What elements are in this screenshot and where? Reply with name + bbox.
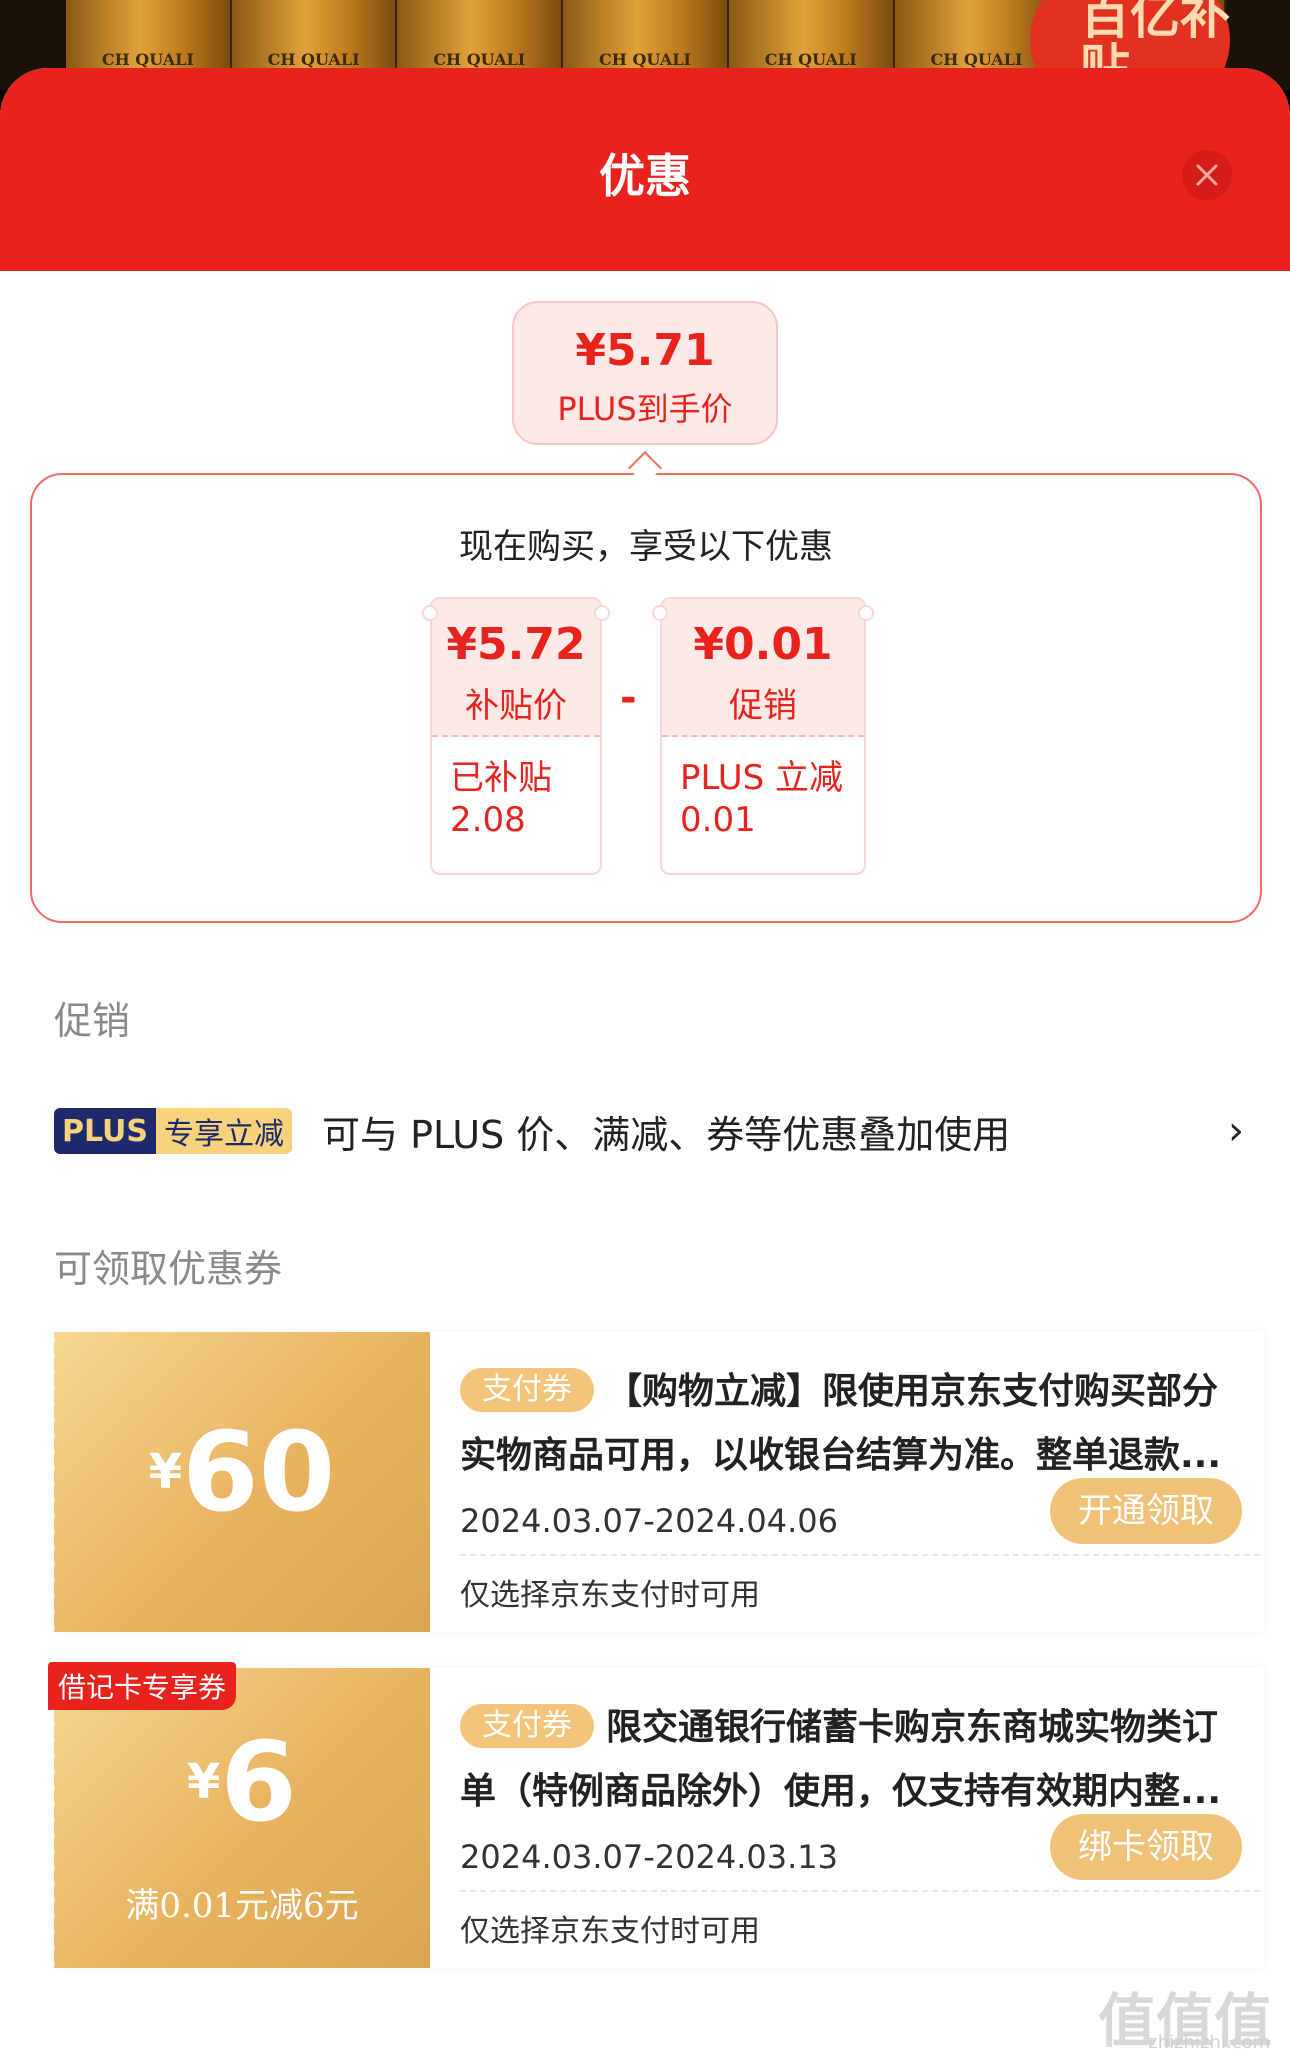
plus-promotion-row[interactable]: PLUS 专享立减 可与 PLUS 价、满减、券等优惠叠加使用 ›	[54, 1101, 1244, 1161]
coupons-section-label: 可领取优惠券	[54, 1247, 283, 1291]
promotion-label: 促销	[729, 686, 797, 726]
coupon-amount-panel: ¥6 满0.01元减6元	[48, 1668, 430, 1968]
coupon-card: ¥60 支付券 【购物立减】限使用京东支付购买部分实物商品可用，以收银台结算为准。…	[48, 1332, 1264, 1632]
minus-operator: -	[620, 675, 637, 721]
sheet-header: 优惠	[0, 68, 1290, 271]
price-breakdown: 现在购买，享受以下优惠 ¥5.72 补贴价 已补贴 2.08 - ¥0.01 促…	[30, 473, 1262, 923]
subsidy-detail: 已补贴 2.08	[450, 758, 552, 840]
breakdown-title: 现在购买，享受以下优惠	[459, 527, 833, 567]
debit-card-exclusive-tag: 借记卡专享券	[48, 1662, 237, 1710]
subsidy-price-value: ¥5.72	[446, 619, 586, 670]
promotion-value: ¥0.01	[693, 619, 833, 670]
coupon-description: 支付券 【购物立减】限使用京东支付购买部分实物商品可用，以收银台结算为准。整单退款…	[460, 1360, 1240, 1488]
card-notch	[858, 605, 874, 621]
subsidy-price-label: 补贴价	[465, 686, 567, 726]
coupon-note: 仅选择京东支付时可用	[460, 1914, 760, 1949]
final-price-label: PLUS到手价	[557, 390, 733, 428]
promotion-card: ¥0.01 促销 PLUS 立减 0.01	[660, 597, 866, 875]
card-notch	[652, 605, 668, 621]
discount-sheet: 优惠 ¥5.71 PLUS到手价 现在购买，享受以下优惠 ¥5.72 补贴价 已…	[0, 68, 1290, 2060]
coupon-card: 借记卡专享券 ¥6 满0.01元减6元 支付券 限交通银行储蓄卡购京东商城实物类订…	[48, 1662, 1264, 1968]
coupon-amount: ¥60	[148, 1408, 336, 1536]
bind-card-claim-button[interactable]: 绑卡领取	[1050, 1814, 1242, 1880]
coupon-amount: ¥6	[187, 1718, 297, 1846]
close-icon	[1196, 164, 1218, 186]
promotion-section-label: 促销	[54, 999, 131, 1043]
coupon-description: 支付券 限交通银行储蓄卡购京东商城实物类订单（特例商品除外）使用，仅支持有效期内整…	[460, 1696, 1240, 1824]
watermark-domain: zhizhizhi.com	[1148, 2032, 1270, 2053]
activate-claim-button[interactable]: 开通领取	[1050, 1478, 1242, 1544]
final-price-bubble: ¥5.71 PLUS到手价	[512, 301, 778, 445]
payment-coupon-pill: 支付券	[460, 1704, 594, 1748]
card-notch	[594, 605, 610, 621]
close-button[interactable]	[1182, 150, 1232, 200]
payment-coupon-pill: 支付券	[460, 1368, 594, 1412]
promotion-text: 可与 PLUS 价、满减、券等优惠叠加使用	[322, 1112, 1011, 1157]
divider	[460, 1890, 1260, 1892]
chevron-right-icon: ›	[1228, 1108, 1244, 1154]
promotion-detail: PLUS 立减 0.01	[680, 758, 844, 840]
coupon-note: 仅选择京东支付时可用	[460, 1578, 760, 1613]
subsidy-price-card: ¥5.72 补贴价 已补贴 2.08	[430, 597, 602, 875]
final-price-amount: ¥5.71	[575, 325, 715, 376]
coupon-amount-panel: ¥60	[48, 1332, 430, 1632]
coupon-condition: 满0.01元减6元	[125, 1886, 359, 1926]
sheet-title: 优惠	[599, 149, 691, 203]
plus-exclusive-tag: PLUS 专享立减	[54, 1108, 293, 1154]
card-notch	[422, 605, 438, 621]
divider	[460, 1554, 1260, 1556]
